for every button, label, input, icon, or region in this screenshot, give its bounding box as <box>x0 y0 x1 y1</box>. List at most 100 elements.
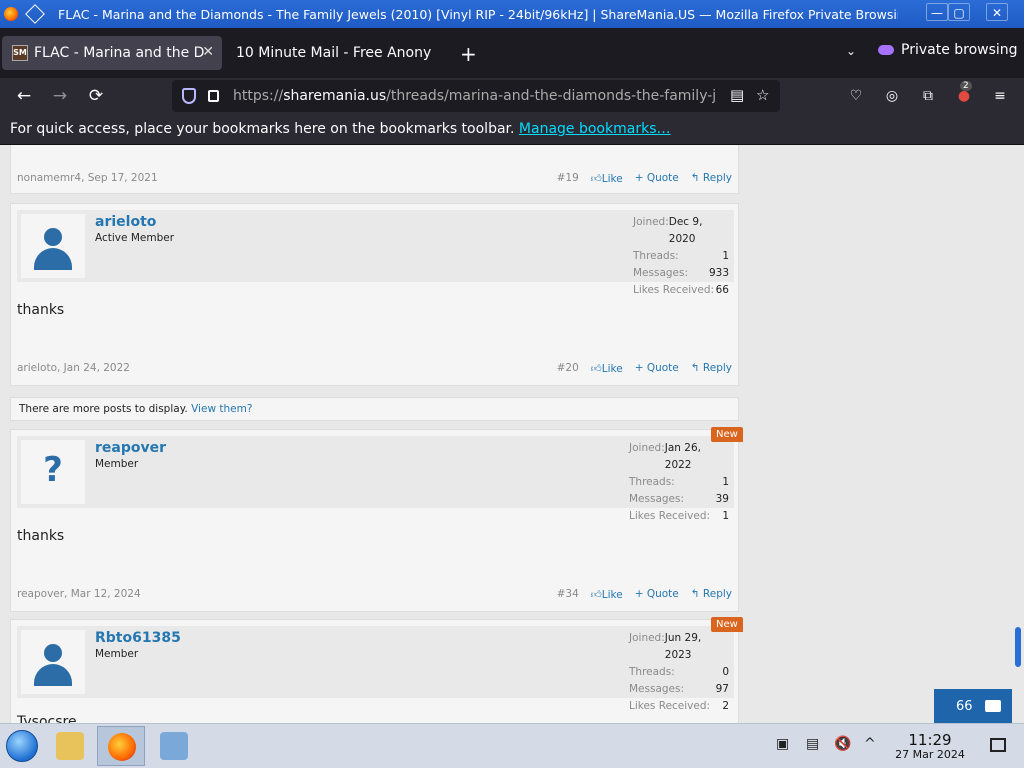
account-icon[interactable]: ◎ <box>882 86 902 106</box>
post-meta[interactable]: arieloto, Jan 24, 2022 <box>17 362 130 374</box>
page-scrollbar[interactable] <box>1012 145 1024 723</box>
post-number[interactable]: #19 <box>557 172 579 185</box>
navigation-toolbar: ← → ⟳ https://sharemania.us/threads/mari… <box>0 78 1024 114</box>
post-number[interactable]: #34 <box>557 588 579 601</box>
bookmarks-hint: For quick access, place your bookmarks h… <box>10 121 515 137</box>
new-tab-button[interactable]: + <box>460 42 477 66</box>
post-actions: #34 👍︎Like + Quote ↰ Reply <box>557 588 732 601</box>
like-button[interactable]: 👍︎Like <box>591 362 623 375</box>
clipboard-icon[interactable]: ▣ <box>776 736 789 752</box>
post-34: ? reapover Member Joined: Jan 26, 2022 Th… <box>10 429 739 612</box>
user-stats: Joined: Dec 9, 2020 Threads: 1 Messages: 93… <box>633 216 729 296</box>
extension-badge: 2 <box>960 81 972 91</box>
user-stats: Joined: Jan 26, 2022 Threads: 1 Messages: 3… <box>629 442 729 522</box>
avatar[interactable] <box>21 630 85 694</box>
tracking-protection-icon[interactable] <box>182 88 196 104</box>
quote-button[interactable]: + Quote <box>635 588 679 601</box>
more-posts-notice: There are more posts to display. View th… <box>10 397 739 421</box>
post-19: nonamemr4, Sep 17, 2021 #19 👍︎Like + Quo… <box>10 145 739 194</box>
firefox-icon <box>108 733 136 761</box>
new-badge: New <box>711 617 743 632</box>
tab-10-minute-mail[interactable]: 10 Minute Mail - Free Anony <box>226 36 450 70</box>
window-titlebar: FLAC - Marina and the Diamonds - The Fam… <box>0 0 1024 28</box>
username[interactable]: arieloto <box>95 214 156 230</box>
post-actions: #20 👍︎Like + Quote ↰ Reply <box>557 362 732 375</box>
reply-button[interactable]: ↰ Reply <box>691 172 732 185</box>
volume-muted-icon[interactable]: 🔇 <box>834 736 851 752</box>
pocket-icon[interactable]: ♡ <box>846 86 866 106</box>
post-meta[interactable]: reapover, Mar 12, 2024 <box>17 588 141 600</box>
user-role: Member <box>95 648 139 660</box>
username[interactable]: Rbto61385 <box>95 630 181 646</box>
bookmark-star-icon[interactable]: ☆ <box>756 86 769 104</box>
user-role: Member <box>95 458 139 470</box>
lock-icon[interactable] <box>208 90 219 102</box>
start-menu-button[interactable] <box>6 730 38 762</box>
folder-icon <box>56 732 84 760</box>
chat-count: 66 <box>956 698 973 714</box>
maximize-button[interactable]: ▢ <box>948 3 970 21</box>
post-message: Tysocsre <box>17 714 77 723</box>
private-browsing-label: Private browsing <box>901 42 1018 58</box>
scrollbar-thumb[interactable] <box>1015 627 1021 667</box>
back-button[interactable]: ← <box>13 85 35 107</box>
like-button[interactable]: 👍︎Like <box>591 588 623 601</box>
system-monitor-task[interactable] <box>150 726 198 766</box>
private-browsing-indicator: Private browsing <box>878 42 1018 58</box>
avatar[interactable]: ? <box>21 440 85 504</box>
tab-strip: SM FLAC - Marina and the Di ✕ 10 Minute … <box>0 28 1024 78</box>
chat-button[interactable]: 66 <box>934 689 1012 723</box>
clock[interactable]: 11:29 27 Mar 2024 <box>888 732 972 761</box>
tab-sharemania[interactable]: SM FLAC - Marina and the Di ✕ <box>2 36 222 70</box>
post-20: arieloto Active Member Joined: Dec 9, 202… <box>10 203 739 386</box>
post-35: Rbto61385 Member Joined: Jun 29, 2023 Thr… <box>10 619 739 723</box>
tray-expand-icon[interactable]: ^ <box>864 736 876 752</box>
quote-button[interactable]: + Quote <box>635 362 679 375</box>
reload-button[interactable]: ⟳ <box>85 85 107 107</box>
avatar[interactable] <box>21 214 85 278</box>
bookmarks-toolbar: For quick access, place your bookmarks h… <box>0 114 1024 145</box>
post-meta[interactable]: nonamemr4, Sep 17, 2021 <box>17 172 158 184</box>
reply-button[interactable]: ↰ Reply <box>691 362 732 375</box>
user-info-box: Rbto61385 Member Joined: Jun 29, 2023 Thr… <box>17 626 734 712</box>
user-role: Active Member <box>95 232 175 244</box>
window-menu-icon[interactable] <box>25 4 45 24</box>
notes-icon[interactable]: ▤ <box>806 736 819 752</box>
monitor-icon <box>160 732 188 760</box>
sharemania-favicon-icon: SM <box>12 45 28 61</box>
url-text[interactable]: https://sharemania.us/threads/marina-and… <box>233 88 721 104</box>
reply-button[interactable]: ↰ Reply <box>691 588 732 601</box>
username[interactable]: reapover <box>95 440 166 456</box>
extensions-icon[interactable]: ⧉ <box>918 86 938 106</box>
view-more-posts-link[interactable]: View them? <box>191 403 252 415</box>
url-bar[interactable]: https://sharemania.us/threads/marina-and… <box>172 80 780 112</box>
like-button[interactable]: 👍︎Like <box>591 172 623 185</box>
quote-button[interactable]: + Quote <box>635 172 679 185</box>
new-badge: New <box>711 427 743 442</box>
user-info-box: arieloto Active Member Joined: Dec 9, 202… <box>17 210 734 296</box>
post-actions: #19 👍︎Like + Quote ↰ Reply <box>557 172 732 185</box>
forward-button[interactable]: → <box>49 85 71 107</box>
app-menu-icon[interactable]: ≡ <box>990 86 1010 106</box>
close-tab-icon[interactable]: ✕ <box>202 44 214 60</box>
url-prefix: https:// <box>233 88 284 104</box>
private-mask-icon <box>878 45 894 55</box>
page-content: nonamemr4, Sep 17, 2021 #19 👍︎Like + Quo… <box>0 145 1012 723</box>
tab-label: 10 Minute Mail - Free Anony <box>236 45 432 61</box>
close-window-button[interactable]: ✕ <box>986 3 1008 21</box>
show-desktop-icon[interactable] <box>990 738 1006 752</box>
user-stats: Joined: Jun 29, 2023 Threads: 0 Messages: 9… <box>629 632 729 712</box>
file-manager-task[interactable] <box>46 726 94 766</box>
reader-view-icon[interactable]: ▤ <box>730 86 744 104</box>
url-path: /threads/marina-and-the-diamonds-the-fam… <box>386 88 717 104</box>
list-all-tabs-button[interactable]: ⌄ <box>846 44 856 58</box>
url-host: sharemania.us <box>283 88 387 104</box>
taskbar: ▣ ▤ 🔇 ^ 11:29 27 Mar 2024 <box>0 723 1024 768</box>
manage-bookmarks-link[interactable]: Manage bookmarks… <box>519 121 671 137</box>
post-message: thanks <box>17 528 65 544</box>
minimize-button[interactable]: — <box>926 3 948 21</box>
firefox-task[interactable] <box>97 726 145 766</box>
firefox-icon <box>4 7 18 21</box>
post-number[interactable]: #20 <box>557 362 579 375</box>
user-info-box: ? reapover Member Joined: Jan 26, 2022 Th… <box>17 436 734 522</box>
